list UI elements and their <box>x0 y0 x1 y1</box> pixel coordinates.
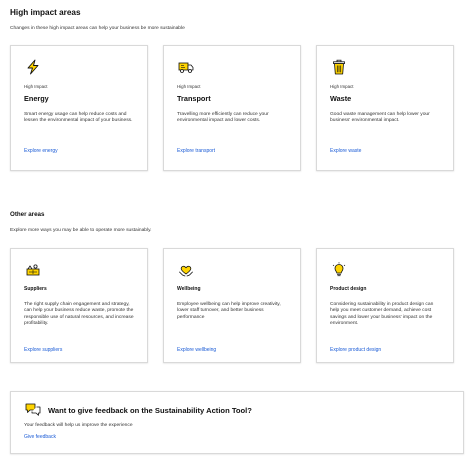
feedback-description: Your feedback will help us improve the e… <box>24 423 133 428</box>
card-title: Product design <box>330 286 367 292</box>
card-energy: High Impact Energy Smart energy usage ca… <box>10 45 148 171</box>
card-title: Energy <box>24 94 49 103</box>
card-title: Suppliers <box>24 286 47 292</box>
explore-waste-link[interactable]: Explore waste <box>330 148 361 154</box>
high-impact-heading: High impact areas <box>10 8 81 17</box>
card-transport: High Impact Transport Travelling more ef… <box>163 45 301 171</box>
lightning-icon <box>27 59 39 75</box>
explore-transport-link[interactable]: Explore transport <box>177 148 215 154</box>
card-description: Smart energy usage can help reduce costs… <box>24 112 133 124</box>
card-eyebrow: High Impact <box>177 84 201 89</box>
card-wellbeing: Wellbeing Employee wellbeing can help im… <box>163 248 301 363</box>
explore-energy-link[interactable]: Explore energy <box>24 148 58 154</box>
explore-product-design-link[interactable]: Explore product design <box>330 347 381 353</box>
truck-icon <box>178 62 194 73</box>
card-title: Waste <box>330 94 352 103</box>
high-impact-intro: Changes in these high impact areas can h… <box>10 26 185 31</box>
explore-suppliers-link[interactable]: Explore suppliers <box>24 347 62 353</box>
card-eyebrow: High Impact <box>24 84 48 89</box>
other-areas-intro: Explore more ways you may be able to ope… <box>10 228 152 233</box>
card-description: The right supply chain engagement and st… <box>24 302 134 327</box>
card-waste: High Impact Waste Good waste management … <box>316 45 454 171</box>
other-areas-heading: Other areas <box>10 211 45 218</box>
card-product-design: Product design Considering sustainabilit… <box>316 248 454 363</box>
lightbulb-icon <box>332 262 346 277</box>
explore-wellbeing-link[interactable]: Explore wellbeing <box>177 347 216 353</box>
feedback-title: Want to give feedback on the Sustainabil… <box>48 406 252 415</box>
card-description: Considering sustainability in product de… <box>330 302 434 327</box>
heart-hands-icon <box>179 265 193 277</box>
card-description: Employee wellbeing can help improve crea… <box>177 302 281 320</box>
card-description: Travelling more efficiently can reduce y… <box>177 112 269 124</box>
supply-chain-icon <box>26 264 40 276</box>
feedback-card: Want to give feedback on the Sustainabil… <box>10 391 464 454</box>
bin-icon <box>333 59 345 75</box>
card-title: Wellbeing <box>177 286 201 292</box>
chat-bubbles-icon <box>25 403 41 416</box>
card-description: Good waste management can help lower you… <box>330 112 430 124</box>
card-suppliers: Suppliers The right supply chain engagem… <box>10 248 148 363</box>
card-title: Transport <box>177 94 211 103</box>
give-feedback-link[interactable]: Give feedback <box>24 434 56 440</box>
card-eyebrow: High Impact <box>330 84 354 89</box>
